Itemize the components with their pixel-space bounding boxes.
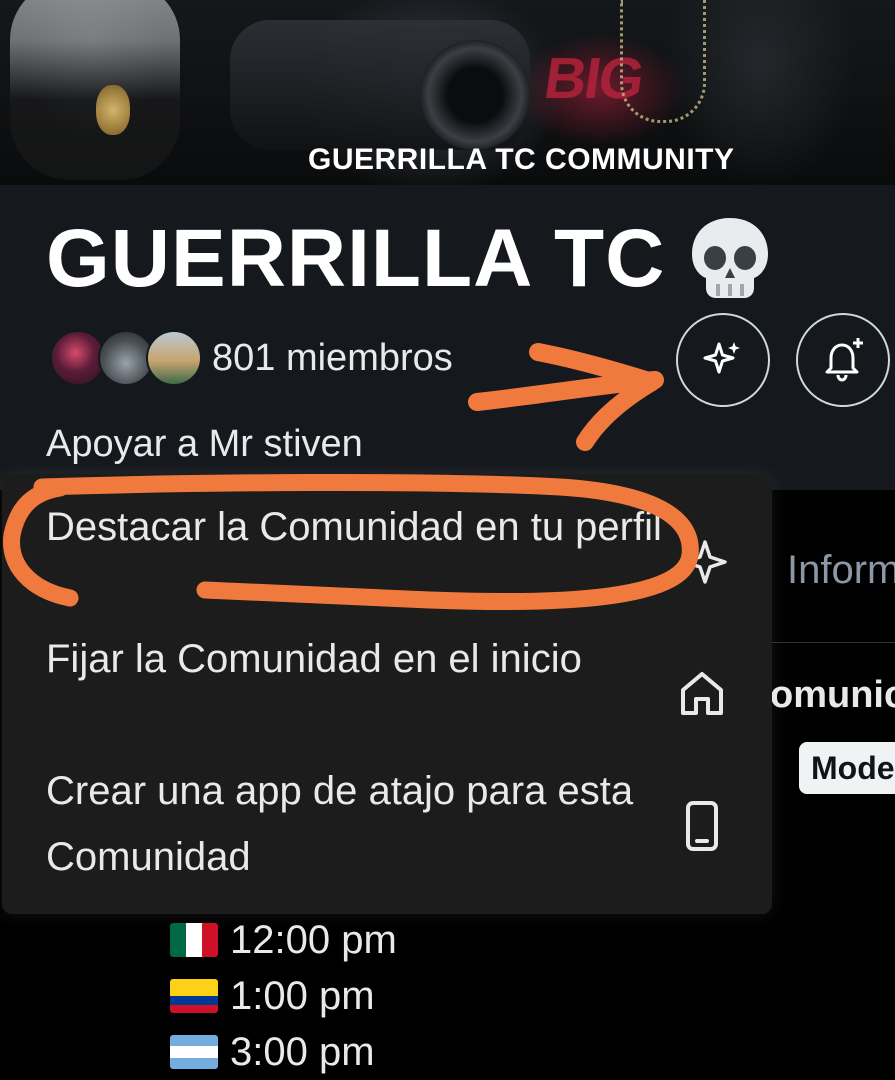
banner-caption: GUERRILLA TC COMMUNITY (308, 143, 735, 176)
bell-plus-icon (825, 338, 863, 382)
phone-icon[interactable] (675, 799, 729, 853)
schedule-list: 12:00 pm 1:00 pm 3:00 pm (170, 912, 397, 1080)
menu-item-spotlight-on-profile[interactable]: Destacar la Comunidad en tu perfil (46, 494, 666, 560)
support-creator-link[interactable]: Apoyar a Mr stiven (46, 423, 363, 466)
home-icon[interactable] (675, 666, 729, 720)
sparkle-icon (703, 342, 740, 374)
schedule-time: 12:00 pm (230, 917, 397, 962)
phone-icon-svg (686, 801, 718, 851)
member-avatar (146, 330, 202, 386)
menu-item-create-shortcut-app[interactable]: Crear una app de atajo para esta Comunid… (46, 758, 666, 890)
banner-pendant (96, 85, 130, 135)
schedule-time: 3:00 pm (230, 1029, 375, 1074)
moderator-badge-label: Moder (811, 750, 895, 786)
banner-chain (620, 0, 706, 123)
schedule-time: 1:00 pm (230, 973, 375, 1018)
skull-emoji-icon (692, 218, 768, 298)
argentina-flag-icon (170, 1035, 218, 1069)
tab-information[interactable]: Inform (787, 548, 895, 593)
schedule-row: 3:00 pm (170, 1024, 397, 1080)
colombia-flag-icon (170, 979, 218, 1013)
mexico-flag-icon (170, 923, 218, 957)
community-options-menu: Destacar la Comunidad en tu perfil Fijar… (2, 474, 772, 914)
section-heading: omunic (770, 674, 895, 716)
member-count[interactable]: 801 miembros (212, 337, 453, 380)
notifications-button[interactable] (796, 313, 890, 407)
member-avatars[interactable] (50, 330, 202, 386)
spotlight-button[interactable] (676, 313, 770, 407)
sparkle-icon[interactable] (678, 535, 732, 589)
banner-camera-lens (420, 40, 530, 150)
moderator-badge: Moder (799, 742, 895, 794)
menu-item-pin-to-home[interactable]: Fijar la Comunidad en el inicio (46, 626, 666, 692)
schedule-row: 12:00 pm (170, 912, 397, 968)
community-banner: BIG GUERRILLA TC COMMUNITY (0, 0, 895, 185)
sparkle-icon-svg (683, 540, 727, 584)
tabs-divider (770, 642, 895, 643)
banner-figure-left (10, 0, 180, 180)
community-title: GUERRILLA TC (46, 213, 666, 304)
home-icon-svg (681, 672, 723, 715)
schedule-row: 1:00 pm (170, 968, 397, 1024)
